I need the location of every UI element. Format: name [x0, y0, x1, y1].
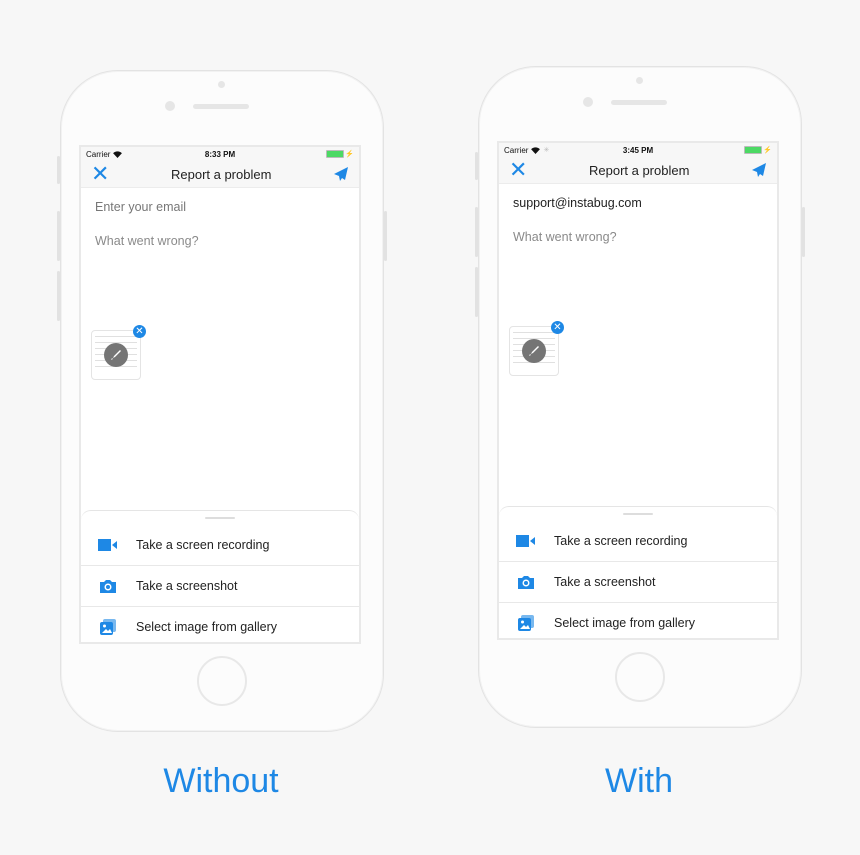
status-bar: Carrier ✳ 3:45 PM ⚡ [499, 143, 777, 157]
video-camera-icon [515, 532, 537, 550]
power-button [384, 211, 387, 261]
screen: Carrier 8:33 PM ⚡ ✕ Report a problem Ent… [79, 145, 361, 644]
nav-bar: ✕ Report a problem [81, 161, 359, 188]
email-field[interactable]: support@instabug.com [499, 196, 777, 210]
screenshot-attachment[interactable] [91, 330, 141, 380]
earpiece-speaker [611, 100, 667, 105]
attachment-actions-sheet: Take a screen recording Take a screensho… [81, 510, 359, 642]
volume-up-button [57, 211, 60, 261]
send-icon[interactable] [751, 162, 767, 178]
pencil-icon[interactable] [104, 343, 128, 367]
action-label: Select image from gallery [554, 616, 696, 630]
page-title: Report a problem [170, 166, 272, 182]
screen-recording-action[interactable]: Take a screen recording [499, 521, 777, 562]
video-camera-icon [97, 536, 119, 554]
close-icon[interactable]: ✕ [91, 163, 109, 185]
page-title: Report a problem [588, 162, 690, 178]
mute-switch [57, 156, 60, 184]
carrier-label: Carrier [86, 149, 111, 159]
status-bar: Carrier 8:33 PM ⚡ [81, 147, 359, 161]
proximity-sensor [218, 81, 225, 88]
caption-without: Without [163, 762, 279, 800]
close-icon[interactable]: ✕ [509, 159, 527, 181]
camera-icon [515, 573, 537, 591]
screen-recording-action[interactable]: Take a screen recording [81, 525, 359, 566]
action-label: Take a screen recording [554, 534, 688, 548]
pencil-icon[interactable] [522, 339, 546, 363]
proximity-sensor [636, 77, 643, 84]
action-label: Take a screenshot [136, 579, 238, 593]
power-button [802, 207, 805, 257]
wifi-icon [113, 150, 123, 158]
battery-icon: ⚡ [744, 146, 772, 154]
battery-icon: ⚡ [326, 150, 354, 158]
gallery-icon [515, 614, 537, 632]
earpiece-speaker [193, 104, 249, 109]
remove-attachment-button[interactable]: ✕ [133, 325, 146, 338]
send-icon[interactable] [333, 166, 349, 182]
action-label: Select image from gallery [136, 620, 278, 634]
screenshot-action[interactable]: Take a screenshot [499, 562, 777, 603]
gallery-action[interactable]: Select image from gallery [499, 603, 777, 638]
front-camera [165, 101, 175, 111]
home-button[interactable] [615, 652, 665, 702]
mute-switch [475, 152, 478, 180]
volume-down-button [57, 271, 60, 321]
activity-spinner-icon: ✳ [543, 147, 550, 154]
camera-icon [97, 577, 119, 595]
carrier-label: Carrier [504, 145, 529, 155]
remove-attachment-button[interactable]: ✕ [551, 321, 564, 334]
home-button[interactable] [197, 656, 247, 706]
gallery-icon [97, 618, 119, 636]
clock: 3:45 PM [622, 145, 654, 155]
action-label: Take a screenshot [554, 575, 656, 589]
front-camera [583, 97, 593, 107]
screen: Carrier ✳ 3:45 PM ⚡ ✕ Report a problem s… [497, 141, 779, 640]
attachment-actions-sheet: Take a screen recording Take a screensho… [499, 506, 777, 638]
description-field[interactable]: What went wrong? [499, 230, 777, 244]
email-field[interactable]: Enter your email [81, 200, 359, 214]
clock: 8:33 PM [204, 149, 236, 159]
caption-with: With [605, 762, 673, 800]
volume-up-button [475, 207, 478, 257]
phone-with: Carrier ✳ 3:45 PM ⚡ ✕ Report a problem s… [475, 66, 805, 728]
screenshot-action[interactable]: Take a screenshot [81, 566, 359, 607]
action-label: Take a screen recording [136, 538, 270, 552]
wifi-icon [531, 146, 541, 154]
screenshot-attachment[interactable] [509, 326, 559, 376]
phone-without: Carrier 8:33 PM ⚡ ✕ Report a problem Ent… [57, 70, 387, 732]
description-field[interactable]: What went wrong? [81, 234, 359, 248]
volume-down-button [475, 267, 478, 317]
gallery-action[interactable]: Select image from gallery [81, 607, 359, 642]
nav-bar: ✕ Report a problem [499, 157, 777, 184]
